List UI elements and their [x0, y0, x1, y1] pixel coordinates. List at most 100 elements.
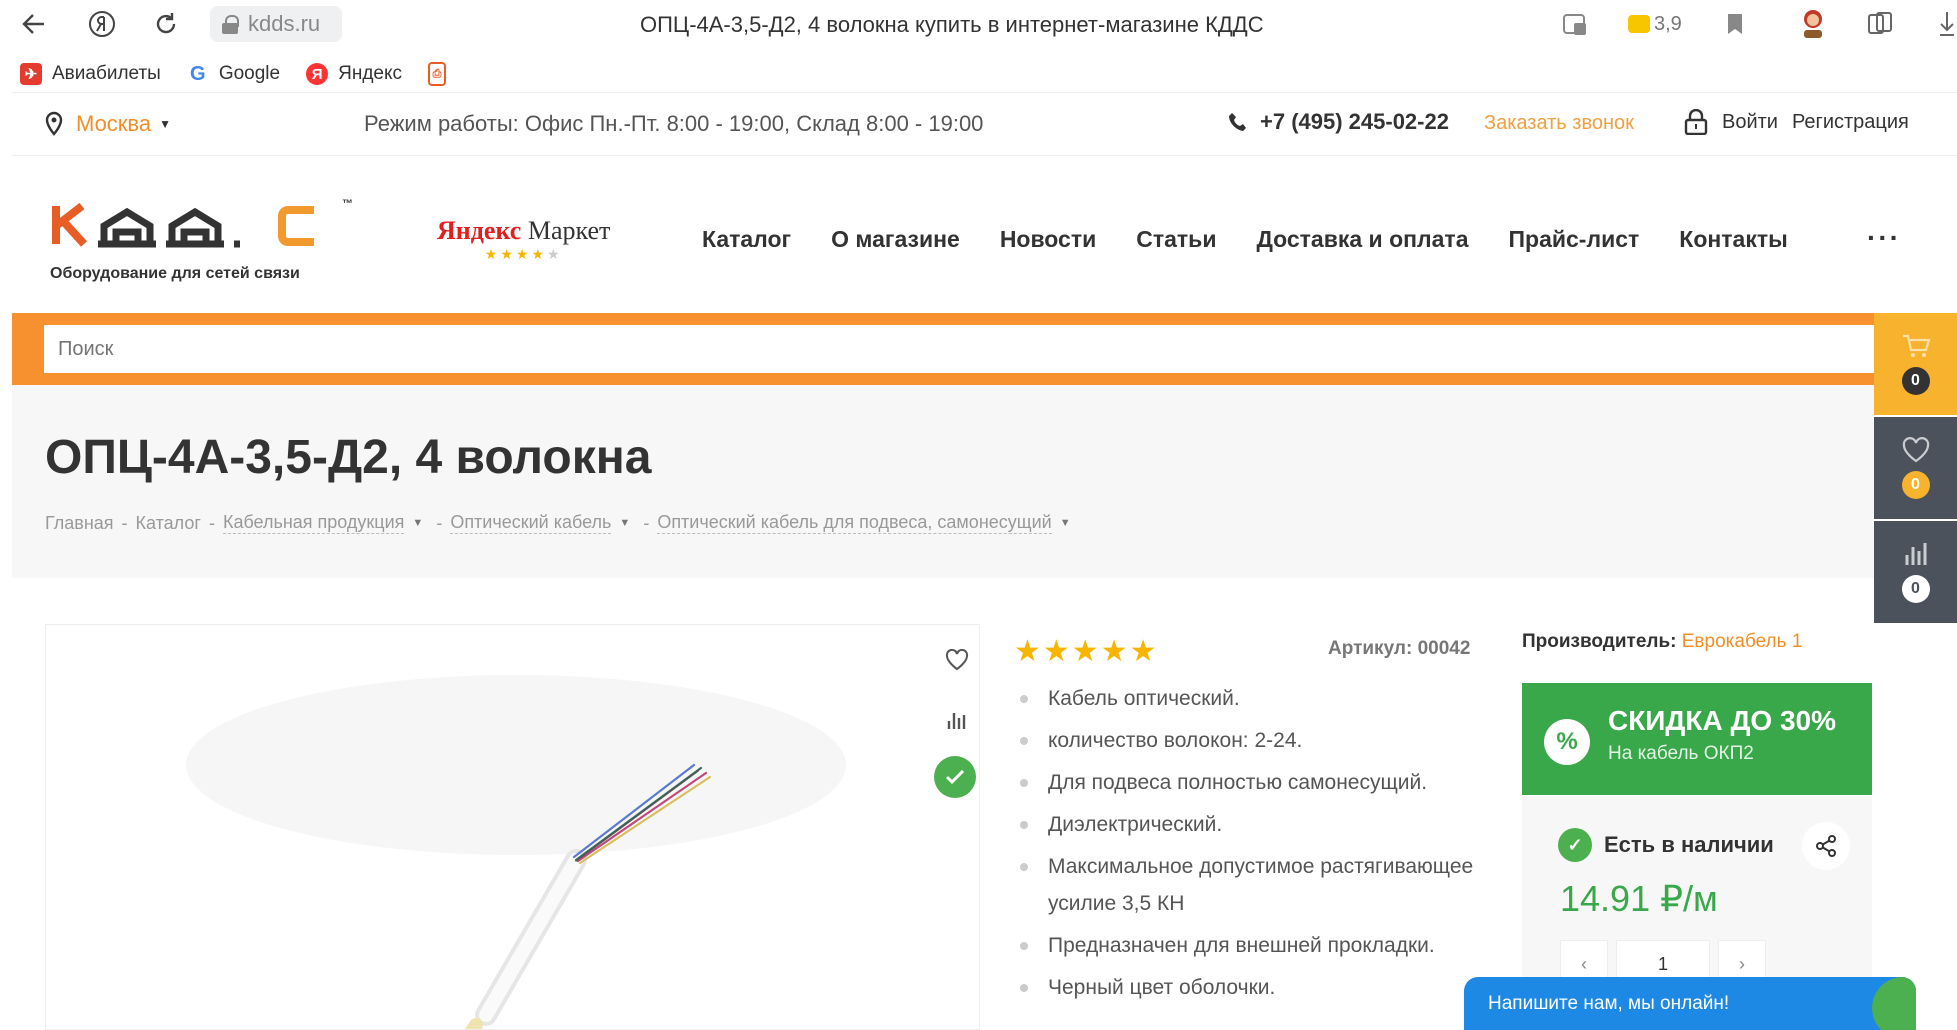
- list-item: Кабель оптический.: [1018, 680, 1488, 717]
- product-image-box: [45, 624, 980, 1030]
- list-item: Черный цвет оболочки.: [1018, 969, 1488, 1006]
- breadcrumb-catalog[interactable]: Каталог: [136, 513, 201, 534]
- chevron-down-icon[interactable]: ▼: [1060, 517, 1071, 529]
- reload-icon[interactable]: [150, 8, 182, 40]
- nav-item-news[interactable]: Новости: [1000, 226, 1096, 253]
- site-topbar: Москва ▼ Режим работы: Офис Пн.-Пт. 8:00…: [12, 92, 1957, 156]
- in-stock-check-icon: [934, 756, 976, 798]
- floating-side-panel: 0 0 0: [1874, 313, 1957, 623]
- list-item: Предназначен для внешней прокладки.: [1018, 927, 1488, 964]
- phone-number[interactable]: +7 (495) 245-02-22: [1228, 109, 1449, 135]
- promo-title: СКИДКА ДО 30%: [1608, 705, 1837, 736]
- tab-title: ОПЦ-4А-3,5-Д2, 4 волокна купить в интерн…: [640, 12, 1264, 37]
- back-arrow-icon[interactable]: [18, 8, 50, 40]
- check-icon: ✓: [1558, 828, 1592, 862]
- auth-links: Войти Регистрация: [1684, 109, 1909, 135]
- chat-label: Напишите нам, мы онлайн!: [1488, 992, 1730, 1014]
- share-icon: [1816, 835, 1836, 857]
- nav-item-catalog[interactable]: Каталог: [702, 226, 791, 253]
- collections-icon[interactable]: [1866, 8, 1894, 40]
- breadcrumb-home[interactable]: Главная: [45, 513, 114, 534]
- manufacturer-link[interactable]: Еврокабель 1: [1682, 631, 1803, 652]
- bookmark-yandex[interactable]: Я Яндекс: [306, 63, 402, 85]
- site-logo[interactable]: ™ Оборудование для сетей связи: [50, 196, 353, 283]
- bookmarks-bar: ✈ Авиабилеты G Google Я Яндекс ⎙: [0, 56, 1957, 92]
- nav-item-articles[interactable]: Статьи: [1136, 226, 1216, 253]
- bookmark-aviatickets[interactable]: ✈ Авиабилеты: [20, 63, 161, 85]
- favorite-heart-icon[interactable]: [942, 645, 972, 675]
- nav-item-contacts[interactable]: Контакты: [1679, 226, 1787, 253]
- pdf-icon: ⎙: [428, 62, 447, 86]
- list-item: количество волокон: 2-24.: [1018, 722, 1488, 759]
- compare-chart-icon: [1905, 543, 1926, 565]
- site-header: ™ Оборудование для сетей связи Яндекс Ма…: [12, 156, 1957, 314]
- phone-icon: [1229, 113, 1246, 131]
- browser-toolbar: kdds.ru ОПЦ-4А-3,5-Д2, 4 волокна купить …: [0, 0, 1957, 48]
- list-item: Максимальное допустимое растягивающее ус…: [1018, 848, 1488, 922]
- chat-widget[interactable]: Напишите нам, мы онлайн!: [1464, 977, 1916, 1030]
- nav-item-about[interactable]: О магазине: [831, 226, 960, 253]
- breadcrumb-self-supporting[interactable]: Оптический кабель для подвеса, самонесущ…: [657, 512, 1052, 534]
- chevron-down-icon[interactable]: ▼: [412, 517, 423, 529]
- favorites-count-badge: 0: [1901, 471, 1930, 499]
- page: kdds.ru ОПЦ-4А-3,5-Д2, 4 волокна купить …: [0, 0, 1957, 1030]
- breadcrumb: Главная - Каталог - Кабельная продукция …: [45, 512, 1071, 534]
- register-link[interactable]: Регистрация: [1792, 111, 1909, 134]
- weather-widget[interactable]: 3,9: [1628, 8, 1682, 40]
- callback-link[interactable]: Заказать звонок: [1484, 112, 1634, 135]
- weather-icon: [1628, 15, 1650, 33]
- lock-icon: [1684, 109, 1708, 135]
- page-title: ОПЦ-4А-3,5-Д2, 4 волокна: [45, 431, 652, 484]
- address-bar[interactable]: kdds.ru: [210, 6, 342, 42]
- lock-icon: [222, 15, 239, 34]
- nav-more-button[interactable]: ···: [1867, 222, 1901, 254]
- online-status-icon: [1872, 977, 1916, 1030]
- rating-stars: ★★★★★: [1014, 635, 1159, 668]
- compare-button[interactable]: 0: [1874, 521, 1957, 623]
- working-hours: Режим работы: Офис Пн.-Пт. 8:00 - 19:00,…: [364, 111, 984, 136]
- product-image[interactable]: [46, 625, 980, 1030]
- location-pin-icon: [45, 111, 63, 136]
- list-item: Диэлектрический.: [1018, 806, 1488, 843]
- discount-banner[interactable]: % СКИДКА ДО 30% На кабель ОКП2: [1522, 683, 1872, 795]
- aviatickets-icon: ✈: [20, 63, 42, 85]
- city-name: Москва: [76, 111, 152, 136]
- ym-brand: Яндекс: [437, 216, 522, 245]
- title-section: ОПЦ-4А-3,5-Д2, 4 волокна Главная - Катал…: [12, 385, 1874, 578]
- login-link[interactable]: Войти: [1722, 111, 1778, 134]
- yandex-icon: Я: [306, 63, 329, 85]
- cart-button[interactable]: 0: [1874, 313, 1957, 415]
- bookmark-icon[interactable]: [1726, 8, 1744, 40]
- logo-tagline: Оборудование для сетей связи: [50, 265, 300, 282]
- heart-icon: [1902, 437, 1929, 463]
- search-band: [12, 313, 1957, 385]
- chevron-down-icon: ▼: [159, 117, 171, 131]
- weather-value: 3,9: [1654, 12, 1682, 35]
- compare-icon[interactable]: [942, 705, 972, 735]
- nav-item-pricelist[interactable]: Прайс-лист: [1509, 226, 1640, 253]
- bookmark-google[interactable]: G Google: [186, 63, 280, 85]
- breadcrumb-cable-products[interactable]: Кабельная продукция: [222, 512, 405, 534]
- favorites-button[interactable]: 0: [1874, 417, 1957, 519]
- cart-count-badge: 0: [1901, 367, 1930, 395]
- city-selector[interactable]: Москва ▼: [44, 111, 171, 137]
- search-input[interactable]: [44, 325, 1886, 373]
- ym-rating-stars: ★★★★★: [484, 246, 563, 262]
- breadcrumb-optical-cable[interactable]: Оптический кабель: [450, 512, 612, 534]
- google-icon: G: [186, 63, 209, 85]
- chevron-down-icon[interactable]: ▼: [619, 517, 630, 529]
- share-button[interactable]: [1802, 822, 1850, 870]
- list-item: Для подвеса полностью самонесущий.: [1018, 764, 1488, 801]
- yandex-browser-icon[interactable]: [86, 8, 118, 40]
- product-sku: Артикул: 00042: [1328, 638, 1471, 659]
- nav-item-delivery[interactable]: Доставка и оплата: [1256, 226, 1468, 253]
- bookmark-pdf[interactable]: ⎙: [428, 62, 447, 86]
- avatar[interactable]: [1798, 8, 1828, 40]
- promo-subtitle: На кабель ОКП2: [1608, 743, 1754, 764]
- product-price: 14.91 ₽/м: [1560, 878, 1718, 919]
- feature-list: Кабель оптический. количество волокон: 2…: [1018, 680, 1488, 1011]
- extension-icon[interactable]: [1560, 8, 1590, 40]
- manufacturer: Производитель: Еврокабель 1: [1522, 631, 1802, 653]
- yandex-market-badge[interactable]: Яндекс Маркет ★★★★★: [437, 216, 610, 263]
- downloads-icon[interactable]: [1938, 8, 1956, 40]
